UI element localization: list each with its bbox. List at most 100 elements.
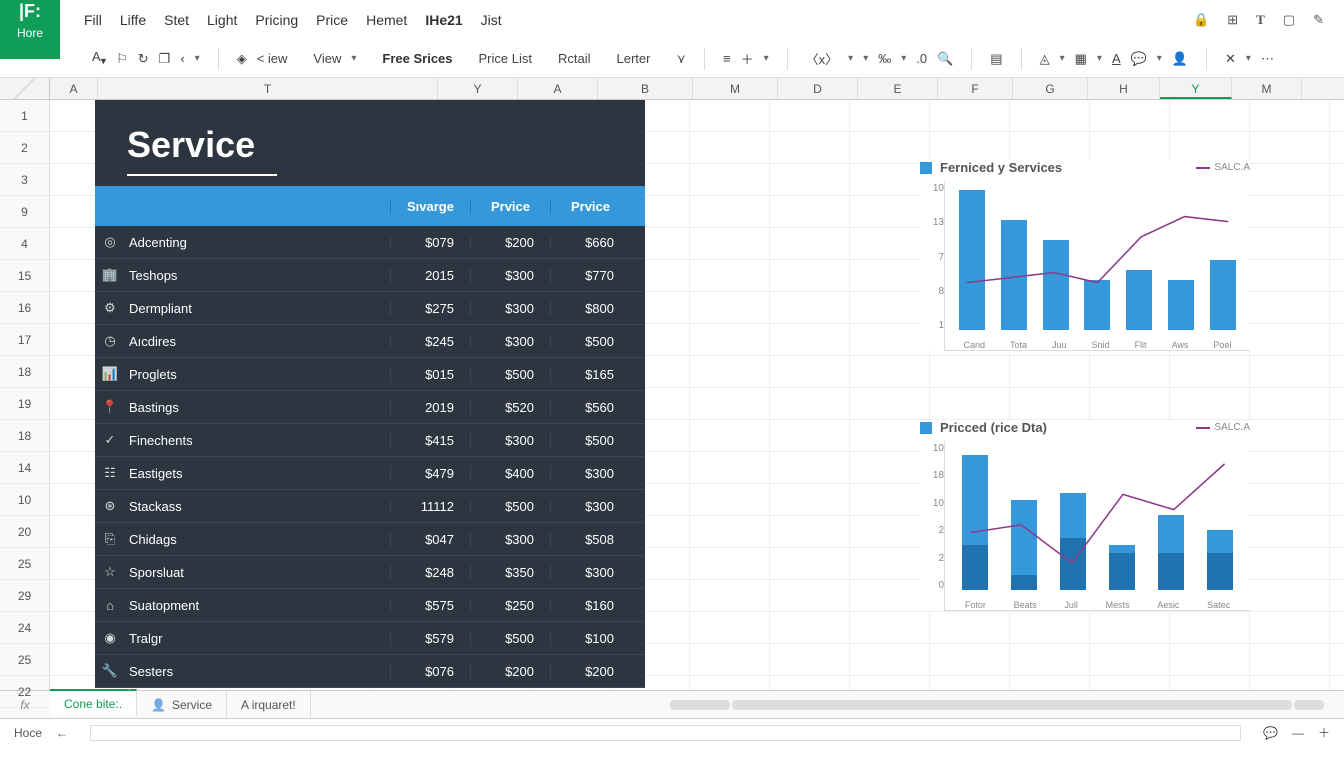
row-header[interactable]: 25 <box>0 548 49 580</box>
chevron-down-icon[interactable]: ▾ <box>1097 53 1102 64</box>
row-header[interactable]: 18 <box>0 356 49 388</box>
column-header[interactable]: M <box>693 78 778 99</box>
back-arrow-icon[interactable]: ← <box>56 726 68 740</box>
column-header[interactable]: B <box>598 78 693 99</box>
chevron-down-icon[interactable]: ▾ <box>901 53 906 64</box>
menu-hemet[interactable]: Hemet <box>366 12 407 28</box>
comment-icon[interactable]: 💬 <box>1131 51 1147 67</box>
row-header[interactable]: 18 <box>0 420 49 452</box>
menu-price[interactable]: Price <box>316 12 348 28</box>
menu-pricing[interactable]: Pricing <box>255 12 298 28</box>
scroll-thumb[interactable] <box>670 700 730 710</box>
menu-ihe21[interactable]: IHe21 <box>425 12 462 28</box>
table-row[interactable]: ⎘ Chidags $047 $300 $508 <box>95 523 645 556</box>
free-srices-button[interactable]: Free Srices <box>382 51 452 66</box>
chart-ferniced-services[interactable]: Ferniced y Services SALC.A 1013781 CandT… <box>920 160 1250 351</box>
copy-icon[interactable]: ❐ <box>159 51 171 67</box>
zoom-in-icon[interactable]: ＋ <box>1318 724 1330 741</box>
table-row[interactable]: ✓ Finechents $415 $300 $500 <box>95 424 645 457</box>
sheet-tab[interactable]: A irquaret! <box>227 691 311 718</box>
retail-button[interactable]: Rctail <box>558 51 591 66</box>
back-icon[interactable]: ‹ <box>180 51 184 66</box>
table-row[interactable]: ⊛ Stackass 11112 $500 $300 <box>95 490 645 523</box>
fill-color-icon[interactable]: ◬ <box>1040 51 1050 67</box>
brackets-icon[interactable]: 〈x〉 <box>806 49 839 68</box>
app-home-button[interactable]: |F: Hore <box>0 0 60 59</box>
tag-icon[interactable]: ◈ <box>237 51 247 67</box>
zoom-out-icon[interactable]: — <box>1292 726 1304 740</box>
row-header[interactable]: 10 <box>0 484 49 516</box>
table-row[interactable]: ⚙ Dermpliant $275 $300 $800 <box>95 292 645 325</box>
text-color-icon[interactable]: A <box>1112 51 1121 66</box>
grid-icon[interactable]: ⊞ <box>1227 12 1238 28</box>
chevron-down-icon[interactable]: ▾ <box>1060 53 1065 64</box>
lock-icon[interactable]: 🔒 <box>1193 12 1209 28</box>
more-icon[interactable]: ⋯ <box>1261 51 1274 67</box>
table-row[interactable]: 📍 Bastings 2019 $520 $560 <box>95 391 645 424</box>
column-header[interactable]: F <box>938 78 1013 99</box>
row-header[interactable]: 4 <box>0 228 49 260</box>
menu-liffe[interactable]: Liffe <box>120 12 146 28</box>
horizontal-scrollbar[interactable] <box>670 700 1344 710</box>
column-header[interactable]: G <box>1013 78 1088 99</box>
close-icon[interactable]: ✕ <box>1225 51 1236 67</box>
column-header[interactable]: M <box>1232 78 1302 99</box>
row-header[interactable]: 1 <box>0 100 49 132</box>
table-row[interactable]: 📊 Proglets $015 $500 $165 <box>95 358 645 391</box>
row-header[interactable]: 3 <box>0 164 49 196</box>
menu-fill[interactable]: Fill <box>84 12 102 28</box>
border-icon[interactable]: ▦ <box>1075 51 1087 67</box>
table-row[interactable]: ◷ Aıcdires $245 $300 $500 <box>95 325 645 358</box>
pencil-icon[interactable]: ✎ <box>1313 12 1324 28</box>
row-header[interactable]: 9 <box>0 196 49 228</box>
letter-button[interactable]: Lerter <box>617 51 651 66</box>
search-icon[interactable]: 🔍 <box>937 51 953 67</box>
filter-icon[interactable]: ⋎ <box>676 51 686 67</box>
font-icon[interactable]: A▾ <box>92 49 106 68</box>
view2-label[interactable]: View <box>313 51 341 66</box>
column-header[interactable]: Y <box>438 78 518 99</box>
align-icon[interactable]: ≡ <box>723 51 731 66</box>
formula-bar[interactable] <box>90 725 1241 741</box>
row-header[interactable]: 20 <box>0 516 49 548</box>
price-list-button[interactable]: Price List <box>479 51 532 66</box>
column-header[interactable]: H <box>1088 78 1160 99</box>
sheet-tab[interactable]: 👤Service <box>137 691 227 718</box>
box-icon[interactable]: ▢ <box>1283 12 1295 28</box>
table-row[interactable]: ◉ Tralgr $579 $500 $100 <box>95 622 645 655</box>
view1-label[interactable]: < iew <box>257 51 288 66</box>
row-header[interactable]: 24 <box>0 612 49 644</box>
chevron-down-icon[interactable]: ▾ <box>863 53 868 64</box>
row-header[interactable]: 14 <box>0 452 49 484</box>
table-row[interactable]: ⌂ Suatopment $575 $250 $160 <box>95 589 645 622</box>
chevron-down-icon[interactable]: ▾ <box>1157 53 1162 64</box>
row-header[interactable]: 25 <box>0 644 49 676</box>
select-all-corner[interactable] <box>0 78 50 99</box>
column-header[interactable]: E <box>858 78 938 99</box>
table-row[interactable]: ☆ Sporsluat $248 $350 $300 <box>95 556 645 589</box>
chevron-down-icon[interactable]: ▾ <box>195 53 200 64</box>
plus-icon[interactable]: ＋ <box>741 49 754 68</box>
chat-icon[interactable]: 💬 <box>1263 726 1278 740</box>
menu-stet[interactable]: Stet <box>164 12 189 28</box>
row-header[interactable]: 15 <box>0 260 49 292</box>
decimal-icon[interactable]: .0 <box>916 51 927 66</box>
person-icon[interactable]: 👤 <box>1172 51 1188 67</box>
row-header[interactable]: 19 <box>0 388 49 420</box>
chevron-down-icon[interactable]: ▾ <box>848 53 853 64</box>
column-header[interactable]: Y <box>1160 78 1232 99</box>
column-header[interactable]: A <box>50 78 98 99</box>
menu-jist[interactable]: Jist <box>481 12 502 28</box>
table-row[interactable]: ☷ Eastigets $479 $400 $300 <box>95 457 645 490</box>
chart-pricced-data[interactable]: Pricced (rice Dta) SALC.A 101810220 Foto… <box>920 420 1250 611</box>
chevron-down-icon[interactable]: ▾ <box>351 53 356 64</box>
table-row[interactable]: 🏢 Teshops 2015 $300 $770 <box>95 259 645 292</box>
spreadsheet-grid[interactable]: Service Sıvarge Prvice Prvice ◎ Adcentin… <box>50 100 1344 690</box>
row-header[interactable]: 17 <box>0 324 49 356</box>
column-header[interactable]: D <box>778 78 858 99</box>
chevron-down-icon[interactable]: ▾ <box>1246 53 1251 64</box>
percent-icon[interactable]: ‰ <box>878 51 891 66</box>
text-icon[interactable]: T <box>1256 12 1265 28</box>
row-header[interactable]: 16 <box>0 292 49 324</box>
row-header[interactable]: 29 <box>0 580 49 612</box>
